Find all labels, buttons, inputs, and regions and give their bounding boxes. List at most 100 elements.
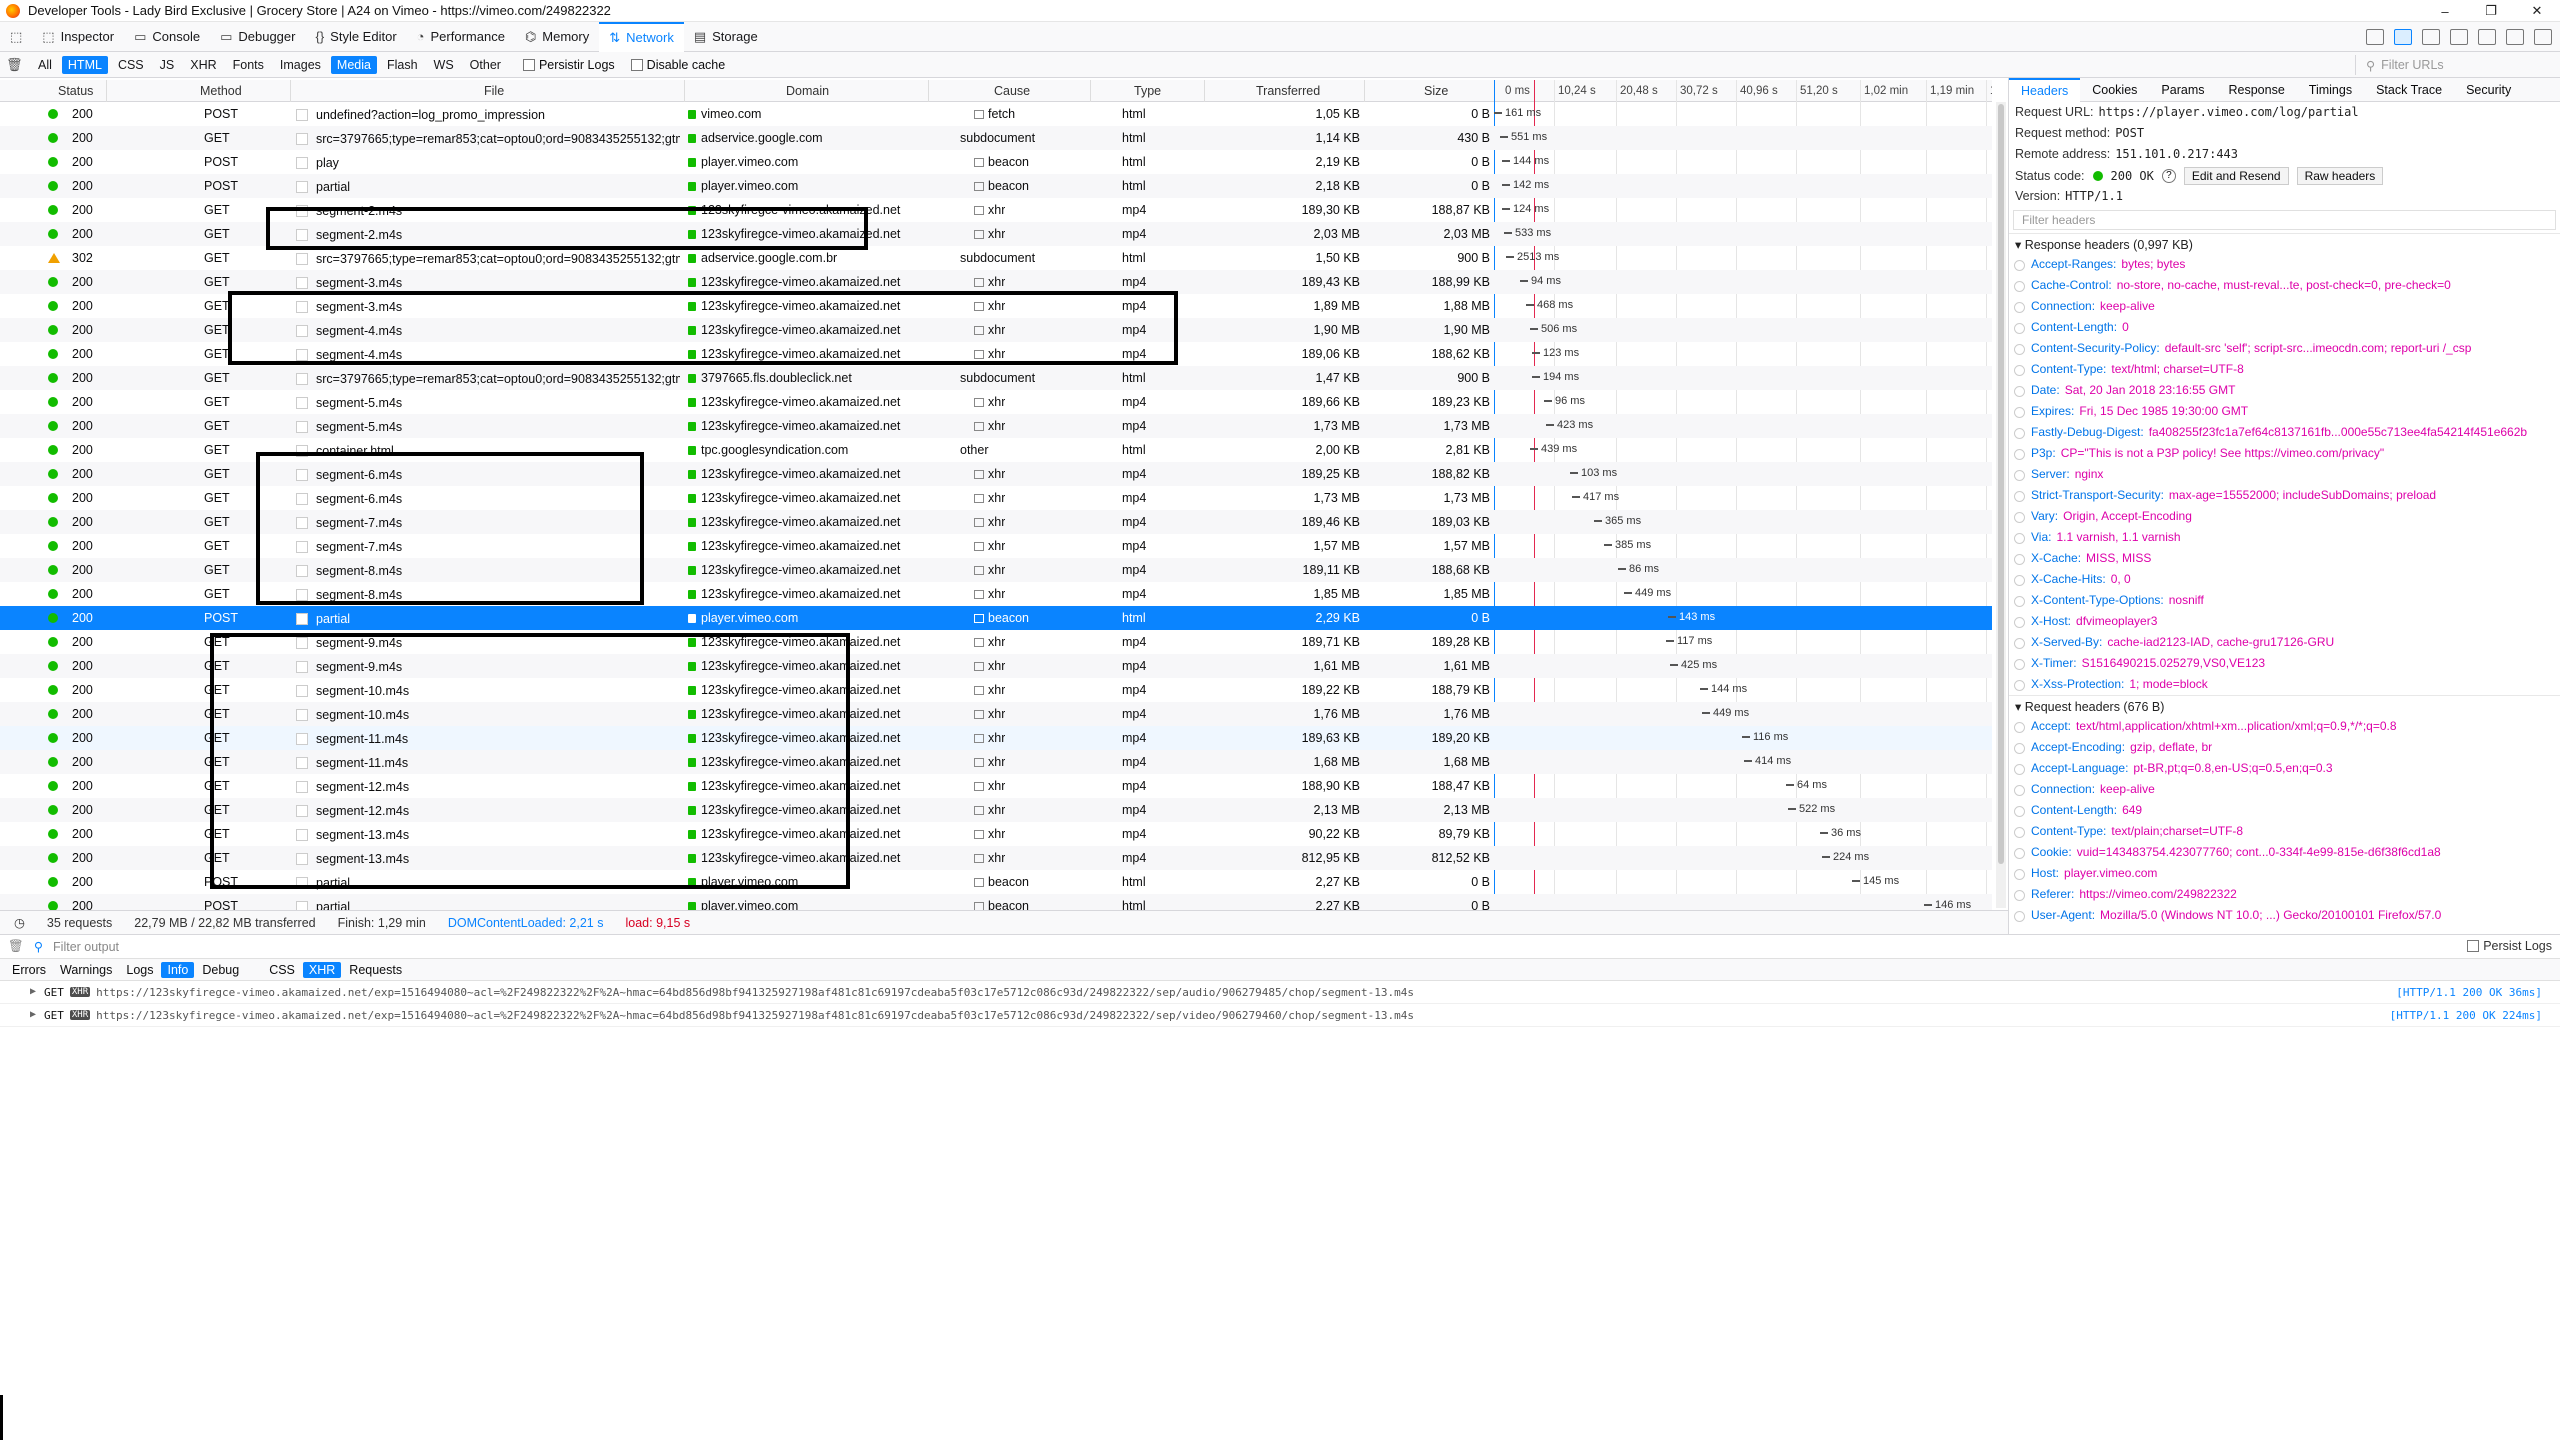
request-row[interactable]: 200 POST undefined?action=log_promo_impres…: [0, 102, 1992, 126]
console-filter-warnings[interactable]: Warnings: [54, 962, 118, 978]
header-line[interactable]: Accept-Language: pt-BR,pt;q=0.8,en-US;q=0…: [2009, 758, 2560, 779]
settings-icon[interactable]: [2450, 29, 2468, 45]
header-line[interactable]: X-Served-By: cache-iad2123-IAD, cache-gru…: [2009, 632, 2560, 653]
details-tab-response[interactable]: Response: [2217, 78, 2297, 102]
filter-js[interactable]: JS: [154, 56, 181, 74]
help-icon[interactable]: ?: [2161, 168, 2176, 183]
request-row[interactable]: 200 GET segment-9.m4s 123skyfiregce-vimeo.a…: [0, 630, 1992, 654]
details-tab-timings[interactable]: Timings: [2297, 78, 2364, 102]
responsive-icon[interactable]: [2422, 29, 2440, 45]
header-line[interactable]: Expires: Fri, 15 Dec 1985 19:30:00 GMT: [2009, 401, 2560, 422]
request-url-value[interactable]: https://player.vimeo.com/log/partial: [2099, 105, 2359, 119]
console-filter-input[interactable]: Filter output: [53, 940, 119, 954]
header-line[interactable]: Accept: text/html,application/xhtml+xm...…: [2009, 716, 2560, 737]
scrollbar-thumb[interactable]: [1998, 104, 2004, 864]
header-line[interactable]: Content-Type: text/html; charset=UTF-8: [2009, 359, 2560, 380]
request-row[interactable]: 200 GET segment-11.m4s 123skyfiregce-vimeo.…: [0, 750, 1992, 774]
header-line[interactable]: X-Host: dfvimeoplayer3: [2009, 611, 2560, 632]
maximize-button[interactable]: ❐: [2468, 0, 2514, 22]
request-row[interactable]: 200 GET segment-7.m4s 123skyfiregce-vimeo.a…: [0, 534, 1992, 558]
request-row[interactable]: 200 GET segment-4.m4s 123skyfiregce-vimeo.a…: [0, 342, 1992, 366]
tab-performance[interactable]: ◔ Performance: [407, 22, 515, 52]
request-row[interactable]: 200 POST partial player.vimeo.com beacon html…: [0, 894, 1992, 910]
console-filter-css[interactable]: CSS: [263, 962, 301, 978]
devtools-close-icon[interactable]: [2534, 29, 2552, 45]
clear-trash-icon[interactable]: 🗑: [6, 57, 23, 73]
details-tab-cookies[interactable]: Cookies: [2080, 78, 2149, 102]
filter-html[interactable]: HTML: [61, 55, 108, 74]
message-url[interactable]: https://123skyfiregce-vimeo.akamaized.ne…: [96, 1009, 1414, 1022]
request-row[interactable]: 200 GET segment-2.m4s 123skyfiregce-vimeo.a…: [0, 198, 1992, 222]
request-row[interactable]: 200 GET segment-6.m4s 123skyfiregce-vimeo.a…: [0, 486, 1992, 510]
console-filter-info[interactable]: Info: [161, 961, 195, 978]
console-filter-logs[interactable]: Logs: [120, 962, 159, 978]
request-row[interactable]: 200 POST play player.vimeo.com beacon html 2,1…: [0, 150, 1992, 174]
pick-element-button[interactable]: ⬚: [0, 22, 32, 52]
details-tab-params[interactable]: Params: [2149, 78, 2216, 102]
header-line[interactable]: Host: player.vimeo.com: [2009, 863, 2560, 884]
filter-other[interactable]: Other: [464, 56, 507, 74]
request-row[interactable]: 200 GET segment-4.m4s 123skyfiregce-vimeo.a…: [0, 318, 1992, 342]
raw-headers-button[interactable]: Raw headers: [2296, 166, 2384, 185]
filter-all[interactable]: All: [32, 56, 58, 74]
tab-network[interactable]: ⇅ Network: [599, 21, 684, 52]
request-row[interactable]: 200 GET segment-5.m4s 123skyfiregce-vimeo.a…: [0, 414, 1992, 438]
request-row[interactable]: 200 GET segment-9.m4s 123skyfiregce-vimeo.a…: [0, 654, 1992, 678]
tab-storage[interactable]: ▤ Storage: [684, 22, 768, 52]
header-line[interactable]: Content-Length: 649: [2009, 800, 2560, 821]
request-row[interactable]: 200 GET segment-5.m4s 123skyfiregce-vimeo.a…: [0, 390, 1992, 414]
request-row[interactable]: 200 GET container.html tpc.googlesyndicatio…: [0, 438, 1992, 462]
header-line[interactable]: X-Cache: MISS, MISS: [2009, 548, 2560, 569]
header-line[interactable]: X-Timer: S1516490215.025279,VS0,VE123: [2009, 653, 2560, 674]
request-row[interactable]: 200 GET src=3797665;type=remar853;cat=opto…: [0, 366, 1992, 390]
header-line[interactable]: Accept-Ranges: bytes; bytes: [2009, 254, 2560, 275]
tab-inspector[interactable]: ⬚ Inspector: [32, 22, 124, 52]
split-console-icon[interactable]: [2478, 29, 2496, 45]
expand-arrow-icon[interactable]: ▶: [30, 1009, 36, 1020]
request-row[interactable]: 302 GET src=3797665;type=remar853;cat=opto…: [0, 246, 1992, 270]
header-line[interactable]: Connection: keep-alive: [2009, 296, 2560, 317]
header-line[interactable]: Date: Sat, 20 Jan 2018 23:16:55 GMT: [2009, 380, 2560, 401]
filter-flash[interactable]: Flash: [381, 56, 424, 74]
header-line[interactable]: X-Cache-Hits: 0, 0: [2009, 569, 2560, 590]
message-status[interactable]: [HTTP/1.1 200 OK 224ms]: [2390, 1009, 2542, 1022]
details-tab-security[interactable]: Security: [2454, 78, 2523, 102]
header-line[interactable]: Strict-Transport-Security: max-age=155520…: [2009, 485, 2560, 506]
response-headers-toggle[interactable]: ▾ Response headers (0,997 KB): [2009, 233, 2560, 254]
console-clear-icon[interactable]: 🗑: [8, 939, 24, 954]
header-line[interactable]: X-Content-Type-Options: nosniff: [2009, 590, 2560, 611]
header-line[interactable]: Content-Type: text/plain;charset=UTF-8: [2009, 821, 2560, 842]
header-line[interactable]: Vary: Origin, Accept-Encoding: [2009, 506, 2560, 527]
request-row[interactable]: 200 GET segment-2.m4s 123skyfiregce-vimeo.a…: [0, 222, 1992, 246]
request-row[interactable]: 200 GET segment-8.m4s 123skyfiregce-vimeo.a…: [0, 558, 1992, 582]
minimize-button[interactable]: –: [2422, 0, 2468, 22]
request-row[interactable]: 200 POST partial player.vimeo.com beacon html…: [0, 606, 1992, 630]
disable-cache-box[interactable]: [630, 58, 643, 71]
header-line[interactable]: Content-Length: 0: [2009, 317, 2560, 338]
console-filter-errors[interactable]: Errors: [6, 962, 52, 978]
header-line[interactable]: Content-Security-Policy: default-src 'sel…: [2009, 338, 2560, 359]
request-row[interactable]: 200 GET segment-3.m4s 123skyfiregce-vimeo.a…: [0, 270, 1992, 294]
close-button[interactable]: ✕: [2514, 0, 2560, 22]
console-filter-requests[interactable]: Requests: [343, 962, 408, 978]
console-persist-logs[interactable]: Persist Logs: [2467, 939, 2552, 953]
separate-window-icon[interactable]: [2506, 29, 2524, 45]
request-headers-toggle[interactable]: ▾ Request headers (676 B): [2009, 695, 2560, 716]
header-line[interactable]: Connection: keep-alive: [2009, 779, 2560, 800]
console-message[interactable]: ▶ GET XHR https://123skyfiregce-vimeo.akama…: [0, 1004, 2560, 1027]
expand-arrow-icon[interactable]: ▶: [30, 986, 36, 997]
details-tab-headers[interactable]: Headers: [2009, 78, 2081, 102]
filter-urls-input[interactable]: ⚲ Filter URLs: [2355, 55, 2560, 75]
header-line[interactable]: Cookie: vuid=143483754.423077760; cont...…: [2009, 842, 2560, 863]
filter-media[interactable]: Media: [330, 55, 377, 74]
filter-xhr[interactable]: XHR: [184, 56, 222, 74]
request-row[interactable]: 200 GET segment-7.m4s 123skyfiregce-vimeo.a…: [0, 510, 1992, 534]
perf-analysis-icon[interactable]: ◷: [14, 915, 25, 930]
request-row[interactable]: 200 GET segment-11.m4s 123skyfiregce-vimeo.…: [0, 726, 1992, 750]
filter-css[interactable]: CSS: [112, 56, 150, 74]
dock-bottom-icon[interactable]: [2394, 29, 2412, 45]
tab-debugger[interactable]: ▭ Debugger: [210, 22, 305, 52]
console-filter-xhr[interactable]: XHR: [302, 961, 342, 978]
tab-memory[interactable]: ⌬ Memory: [515, 22, 599, 52]
filter-ws[interactable]: WS: [428, 56, 460, 74]
